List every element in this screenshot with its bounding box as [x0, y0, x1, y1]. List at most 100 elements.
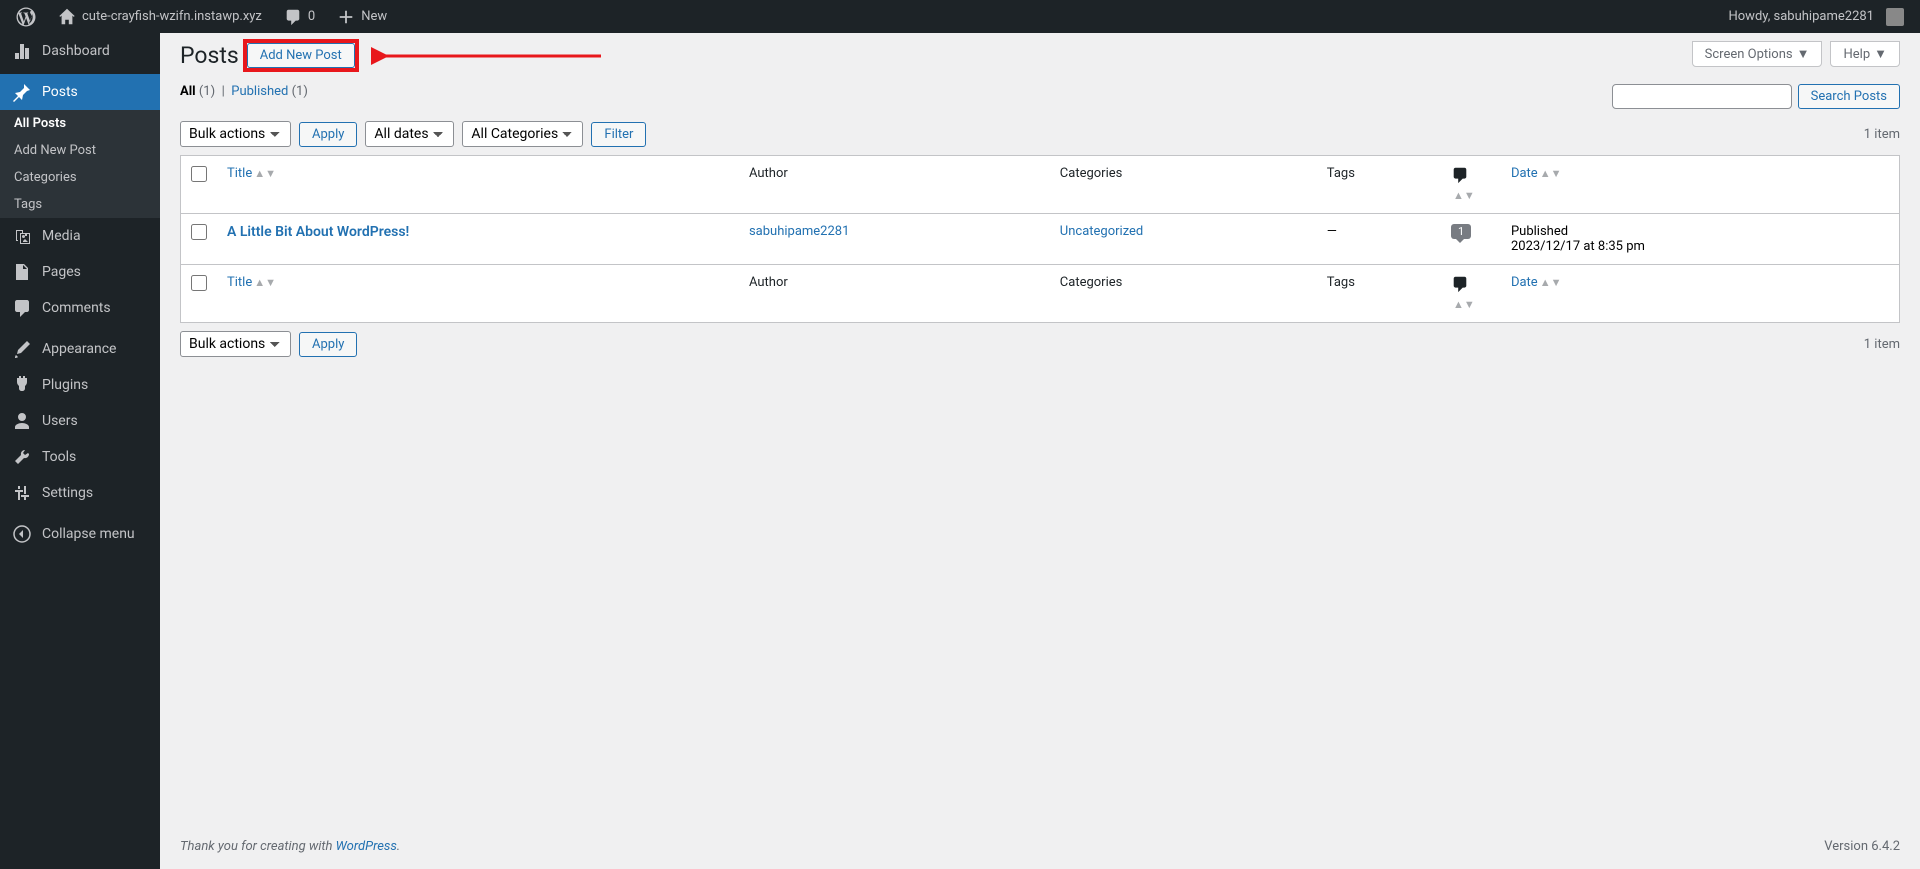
search-posts-button[interactable]: Search Posts	[1798, 84, 1900, 109]
item-count-top: 1 item	[1864, 127, 1900, 142]
menu-plugins[interactable]: Plugins	[0, 367, 160, 403]
pin-icon	[12, 82, 32, 102]
filter-button[interactable]: Filter	[591, 122, 646, 147]
select-all-bottom[interactable]	[191, 275, 207, 291]
col-comments[interactable]: ▲▼	[1441, 156, 1501, 214]
apply-button-top[interactable]: Apply	[299, 122, 357, 147]
tablenav-top: Bulk actions Apply All dates All Categor…	[180, 121, 1900, 147]
item-count-bottom: 1 item	[1864, 337, 1900, 352]
dates-filter-select[interactable]: All dates	[365, 121, 454, 147]
comment-count-bubble[interactable]: 1	[1451, 224, 1471, 239]
annotation-arrow	[371, 46, 611, 66]
posts-table: Title▲▼ Author Categories Tags ▲▼ Date▲▼…	[180, 155, 1900, 323]
categories-filter-select[interactable]: All Categories	[462, 121, 583, 147]
brush-icon	[12, 339, 32, 359]
admin-bar-left: cute-crayfish-wzifn.instawp.xyz 0 New	[8, 7, 395, 27]
my-account[interactable]: Howdy, sabuhipame2281	[1720, 8, 1912, 26]
col-title-foot[interactable]: Title▲▼	[217, 265, 739, 323]
col-categories-foot: Categories	[1050, 265, 1317, 323]
admin-footer: Thank you for creating with WordPress. V…	[160, 824, 1920, 869]
user-icon	[12, 411, 32, 431]
site-name: cute-crayfish-wzifn.instawp.xyz	[82, 9, 262, 24]
sort-icon: ▲▼	[254, 167, 276, 180]
admin-bar: cute-crayfish-wzifn.instawp.xyz 0 New Ho…	[0, 0, 1920, 33]
avatar	[1886, 8, 1904, 26]
page-title: Posts	[180, 42, 239, 69]
comment-icon	[284, 8, 302, 26]
menu-dashboard[interactable]: Dashboard	[0, 33, 160, 69]
site-name-link[interactable]: cute-crayfish-wzifn.instawp.xyz	[50, 8, 270, 26]
menu-posts[interactable]: Posts	[0, 74, 160, 110]
post-tags: —	[1317, 214, 1441, 265]
menu-settings[interactable]: Settings	[0, 475, 160, 511]
plus-icon	[337, 8, 355, 26]
table-row: A Little Bit About WordPress! sabuhipame…	[181, 214, 1900, 265]
post-category-link[interactable]: Uncategorized	[1060, 224, 1143, 239]
howdy-text: Howdy, sabuhipame2281	[1728, 9, 1874, 24]
sort-icon: ▲▼	[1540, 276, 1562, 289]
list-filters-row: All (1) | Published (1) Search Posts	[180, 84, 1900, 109]
add-new-post-button[interactable]: Add New Post	[247, 43, 355, 68]
wordpress-icon	[16, 7, 36, 27]
comments-link[interactable]: 0	[276, 8, 323, 26]
col-comments-foot[interactable]: ▲▼	[1441, 265, 1501, 323]
col-tags-foot: Tags	[1317, 265, 1441, 323]
col-author: Author	[739, 156, 1050, 214]
menu-pages[interactable]: Pages	[0, 254, 160, 290]
posts-submenu: All Posts Add New Post Categories Tags	[0, 110, 160, 218]
post-date: Published2023/12/17 at 8:35 pm	[1501, 214, 1900, 265]
wrench-icon	[12, 447, 32, 467]
collapse-icon	[12, 524, 32, 544]
home-icon	[58, 8, 76, 26]
wordpress-link[interactable]: WordPress	[336, 839, 397, 854]
plugin-icon	[12, 375, 32, 395]
col-date[interactable]: Date▲▼	[1501, 156, 1900, 214]
annotation-highlight: Add New Post	[243, 39, 359, 72]
col-author-foot: Author	[739, 265, 1050, 323]
bulk-actions-select-top[interactable]: Bulk actions	[180, 121, 291, 147]
menu-tools[interactable]: Tools	[0, 439, 160, 475]
bulk-actions-select-bottom[interactable]: Bulk actions	[180, 331, 291, 357]
submenu-categories[interactable]: Categories	[0, 164, 160, 191]
main-content: Screen Options ▼ Help ▼ Posts Add New Po…	[160, 33, 1920, 869]
admin-bar-right: Howdy, sabuhipame2281	[1720, 8, 1912, 26]
menu-media[interactable]: Media	[0, 218, 160, 254]
menu-users[interactable]: Users	[0, 403, 160, 439]
apply-button-bottom[interactable]: Apply	[299, 332, 357, 357]
wp-logo[interactable]	[8, 7, 44, 27]
sort-icon: ▲▼	[254, 276, 276, 289]
page-icon	[12, 262, 32, 282]
page-title-row: Posts Add New Post	[180, 39, 1900, 72]
menu-comments[interactable]: Comments	[0, 290, 160, 326]
collapse-menu[interactable]: Collapse menu	[0, 516, 160, 552]
select-all-top[interactable]	[191, 166, 207, 182]
dashboard-icon	[12, 41, 32, 61]
tablenav-bottom: Bulk actions Apply 1 item	[180, 331, 1900, 357]
submenu-all-posts[interactable]: All Posts	[0, 110, 160, 137]
filter-all[interactable]: All	[180, 84, 196, 99]
sort-icon: ▲▼	[1453, 189, 1475, 202]
post-author-link[interactable]: sabuhipame2281	[749, 224, 849, 239]
filter-published[interactable]: Published (1)	[231, 84, 308, 99]
new-content-link[interactable]: New	[329, 8, 395, 26]
col-date-foot[interactable]: Date▲▼	[1501, 265, 1900, 323]
post-title-link[interactable]: A Little Bit About WordPress!	[227, 224, 409, 240]
new-label: New	[361, 9, 387, 24]
row-checkbox[interactable]	[191, 224, 207, 240]
sort-icon: ▲▼	[1540, 167, 1562, 180]
subsubsub: All (1) | Published (1)	[180, 84, 308, 99]
settings-icon	[12, 483, 32, 503]
comment-icon	[1451, 166, 1469, 184]
comments-count: 0	[308, 9, 315, 24]
footer-version: Version 6.4.2	[1824, 839, 1900, 854]
menu-appearance[interactable]: Appearance	[0, 331, 160, 367]
submenu-add-new-post[interactable]: Add New Post	[0, 137, 160, 164]
search-input[interactable]	[1612, 84, 1792, 109]
submenu-tags[interactable]: Tags	[0, 191, 160, 218]
comments-icon	[12, 298, 32, 318]
col-title[interactable]: Title▲▼	[217, 156, 739, 214]
comment-icon	[1451, 275, 1469, 293]
col-categories: Categories	[1050, 156, 1317, 214]
search-box: Search Posts	[1612, 84, 1900, 109]
media-icon	[12, 226, 32, 246]
